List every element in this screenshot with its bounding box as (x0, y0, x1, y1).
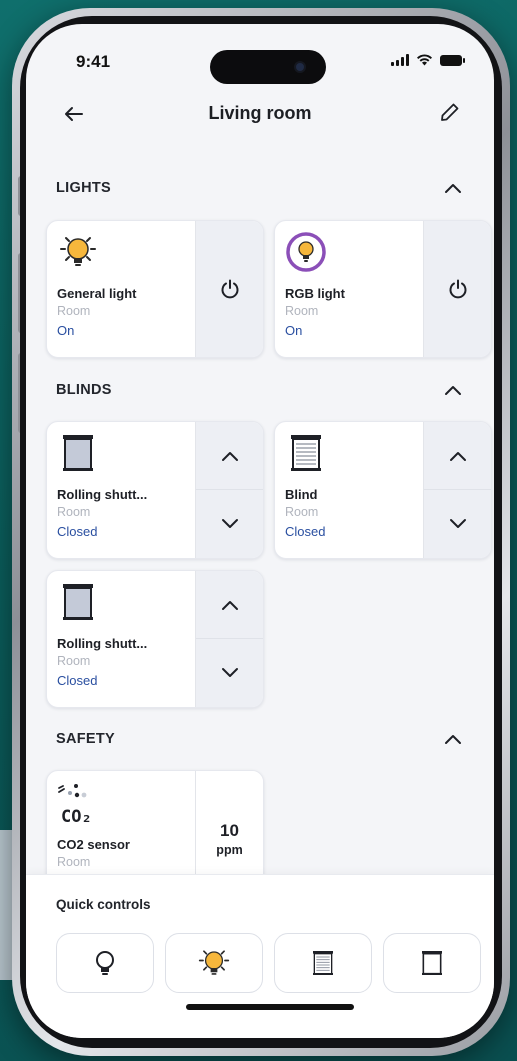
wifi-icon (417, 54, 432, 66)
card-main[interactable]: Rolling shutt... Room Closed (47, 571, 196, 707)
camera-icon (294, 61, 306, 73)
status-icons (391, 54, 465, 66)
card-main[interactable]: Rolling shutt... Room Closed (47, 422, 196, 558)
rolling-shutter-icon (63, 584, 93, 620)
device-card-blind[interactable]: Blind Room Closed (274, 421, 492, 559)
device-card-general-light[interactable]: General light Room On (46, 220, 264, 358)
power-toggle-button[interactable] (423, 221, 491, 357)
open-up-button[interactable] (424, 422, 491, 490)
chevron-up-icon[interactable] (442, 178, 464, 198)
device-room: Room (57, 855, 91, 869)
device-name: Blind (285, 487, 318, 502)
device-card-rolling-shutter[interactable]: Rolling shutt... Room Closed (46, 421, 264, 559)
section-title: SAFETY (56, 731, 115, 747)
bulb-on-icon (60, 237, 96, 266)
section-lights-header[interactable]: LIGHTS (56, 176, 464, 200)
card-main[interactable]: RGB light Room On (275, 221, 424, 357)
power-icon (221, 279, 238, 299)
device-card-rolling-shutter-2[interactable]: Rolling shutt... Room Closed (46, 570, 264, 708)
close-down-button[interactable] (196, 490, 263, 558)
bulb-on-icon (198, 950, 230, 975)
co2-sensor-icon: CO₂ (57, 781, 103, 831)
quick-bulb-on-button[interactable] (165, 933, 263, 993)
chevron-down-icon (221, 519, 238, 528)
device-name: Rolling shutt... (57, 636, 148, 651)
quick-bulb-button[interactable] (56, 933, 154, 993)
device-name: General light (57, 286, 137, 301)
blind-icon (313, 951, 333, 975)
app-screen: 9:41 Living room LIGHTS General light Ro… (26, 24, 494, 1038)
edit-pencil-icon[interactable] (438, 100, 462, 124)
dynamic-island (210, 50, 326, 84)
card-main[interactable]: Blind Room Closed (275, 422, 424, 558)
blind-icon (291, 435, 321, 471)
device-state: Closed (57, 524, 98, 539)
page-title: Living room (208, 103, 312, 123)
chevron-down-icon (221, 668, 238, 677)
quick-blind-button[interactable] (274, 933, 372, 993)
co2-label: CO₂ (61, 807, 92, 827)
power-toggle-button[interactable] (195, 221, 263, 357)
open-up-button[interactable] (196, 571, 263, 639)
shutter-controls (195, 422, 263, 558)
home-indicator[interactable] (186, 1004, 354, 1010)
device-state: On (57, 323, 75, 338)
open-up-button[interactable] (196, 422, 263, 490)
shutter-controls (195, 571, 263, 707)
chevron-up-icon (221, 600, 238, 610)
device-state: On (285, 323, 303, 338)
section-title: BLINDS (56, 382, 112, 398)
power-icon (449, 279, 466, 299)
header: Living room (26, 94, 494, 134)
chevron-down-icon (449, 519, 466, 528)
sensor-value: 10 ppm (216, 821, 242, 857)
close-down-button[interactable] (196, 639, 263, 707)
quick-rolling-shutter-button[interactable] (383, 933, 481, 993)
co2-value: 10 (220, 821, 239, 840)
quick-controls-buttons (56, 933, 481, 993)
device-state: Closed (285, 524, 326, 539)
close-down-button[interactable] (424, 490, 491, 558)
chevron-up-icon (221, 451, 238, 461)
chevron-up-icon (449, 451, 466, 461)
blind-controls (423, 422, 491, 558)
device-state: Closed (57, 673, 98, 688)
rgb-bulb-icon (286, 232, 326, 272)
bulb-outline-icon (96, 951, 114, 975)
section-title: LIGHTS (56, 180, 111, 196)
device-name: RGB light (285, 286, 345, 301)
device-name: Rolling shutt... (57, 487, 148, 502)
card-main[interactable]: General light Room On (47, 221, 196, 357)
rolling-shutter-outline-icon (422, 951, 442, 975)
quick-controls-panel: Quick controls (26, 874, 494, 1038)
section-blinds-header[interactable]: BLINDS (56, 378, 464, 402)
device-room: Room (57, 304, 91, 318)
device-room: Room (285, 505, 319, 519)
device-room: Room (285, 304, 319, 318)
bubbles-icon (58, 784, 87, 798)
battery-icon (440, 55, 465, 66)
section-safety-header[interactable]: SAFETY (56, 727, 464, 751)
device-card-rgb-light[interactable]: RGB light Room On (274, 220, 492, 358)
device-room: Room (57, 505, 91, 519)
quick-controls-title: Quick controls (56, 897, 151, 912)
chevron-up-icon[interactable] (442, 729, 464, 749)
co2-unit: ppm (216, 843, 243, 857)
device-room: Room (57, 654, 91, 668)
rolling-shutter-icon (63, 435, 93, 471)
device-name: CO2 sensor (57, 837, 130, 852)
status-time: 9:41 (76, 52, 111, 71)
signal-icon (391, 54, 409, 66)
chevron-up-icon[interactable] (442, 380, 464, 400)
